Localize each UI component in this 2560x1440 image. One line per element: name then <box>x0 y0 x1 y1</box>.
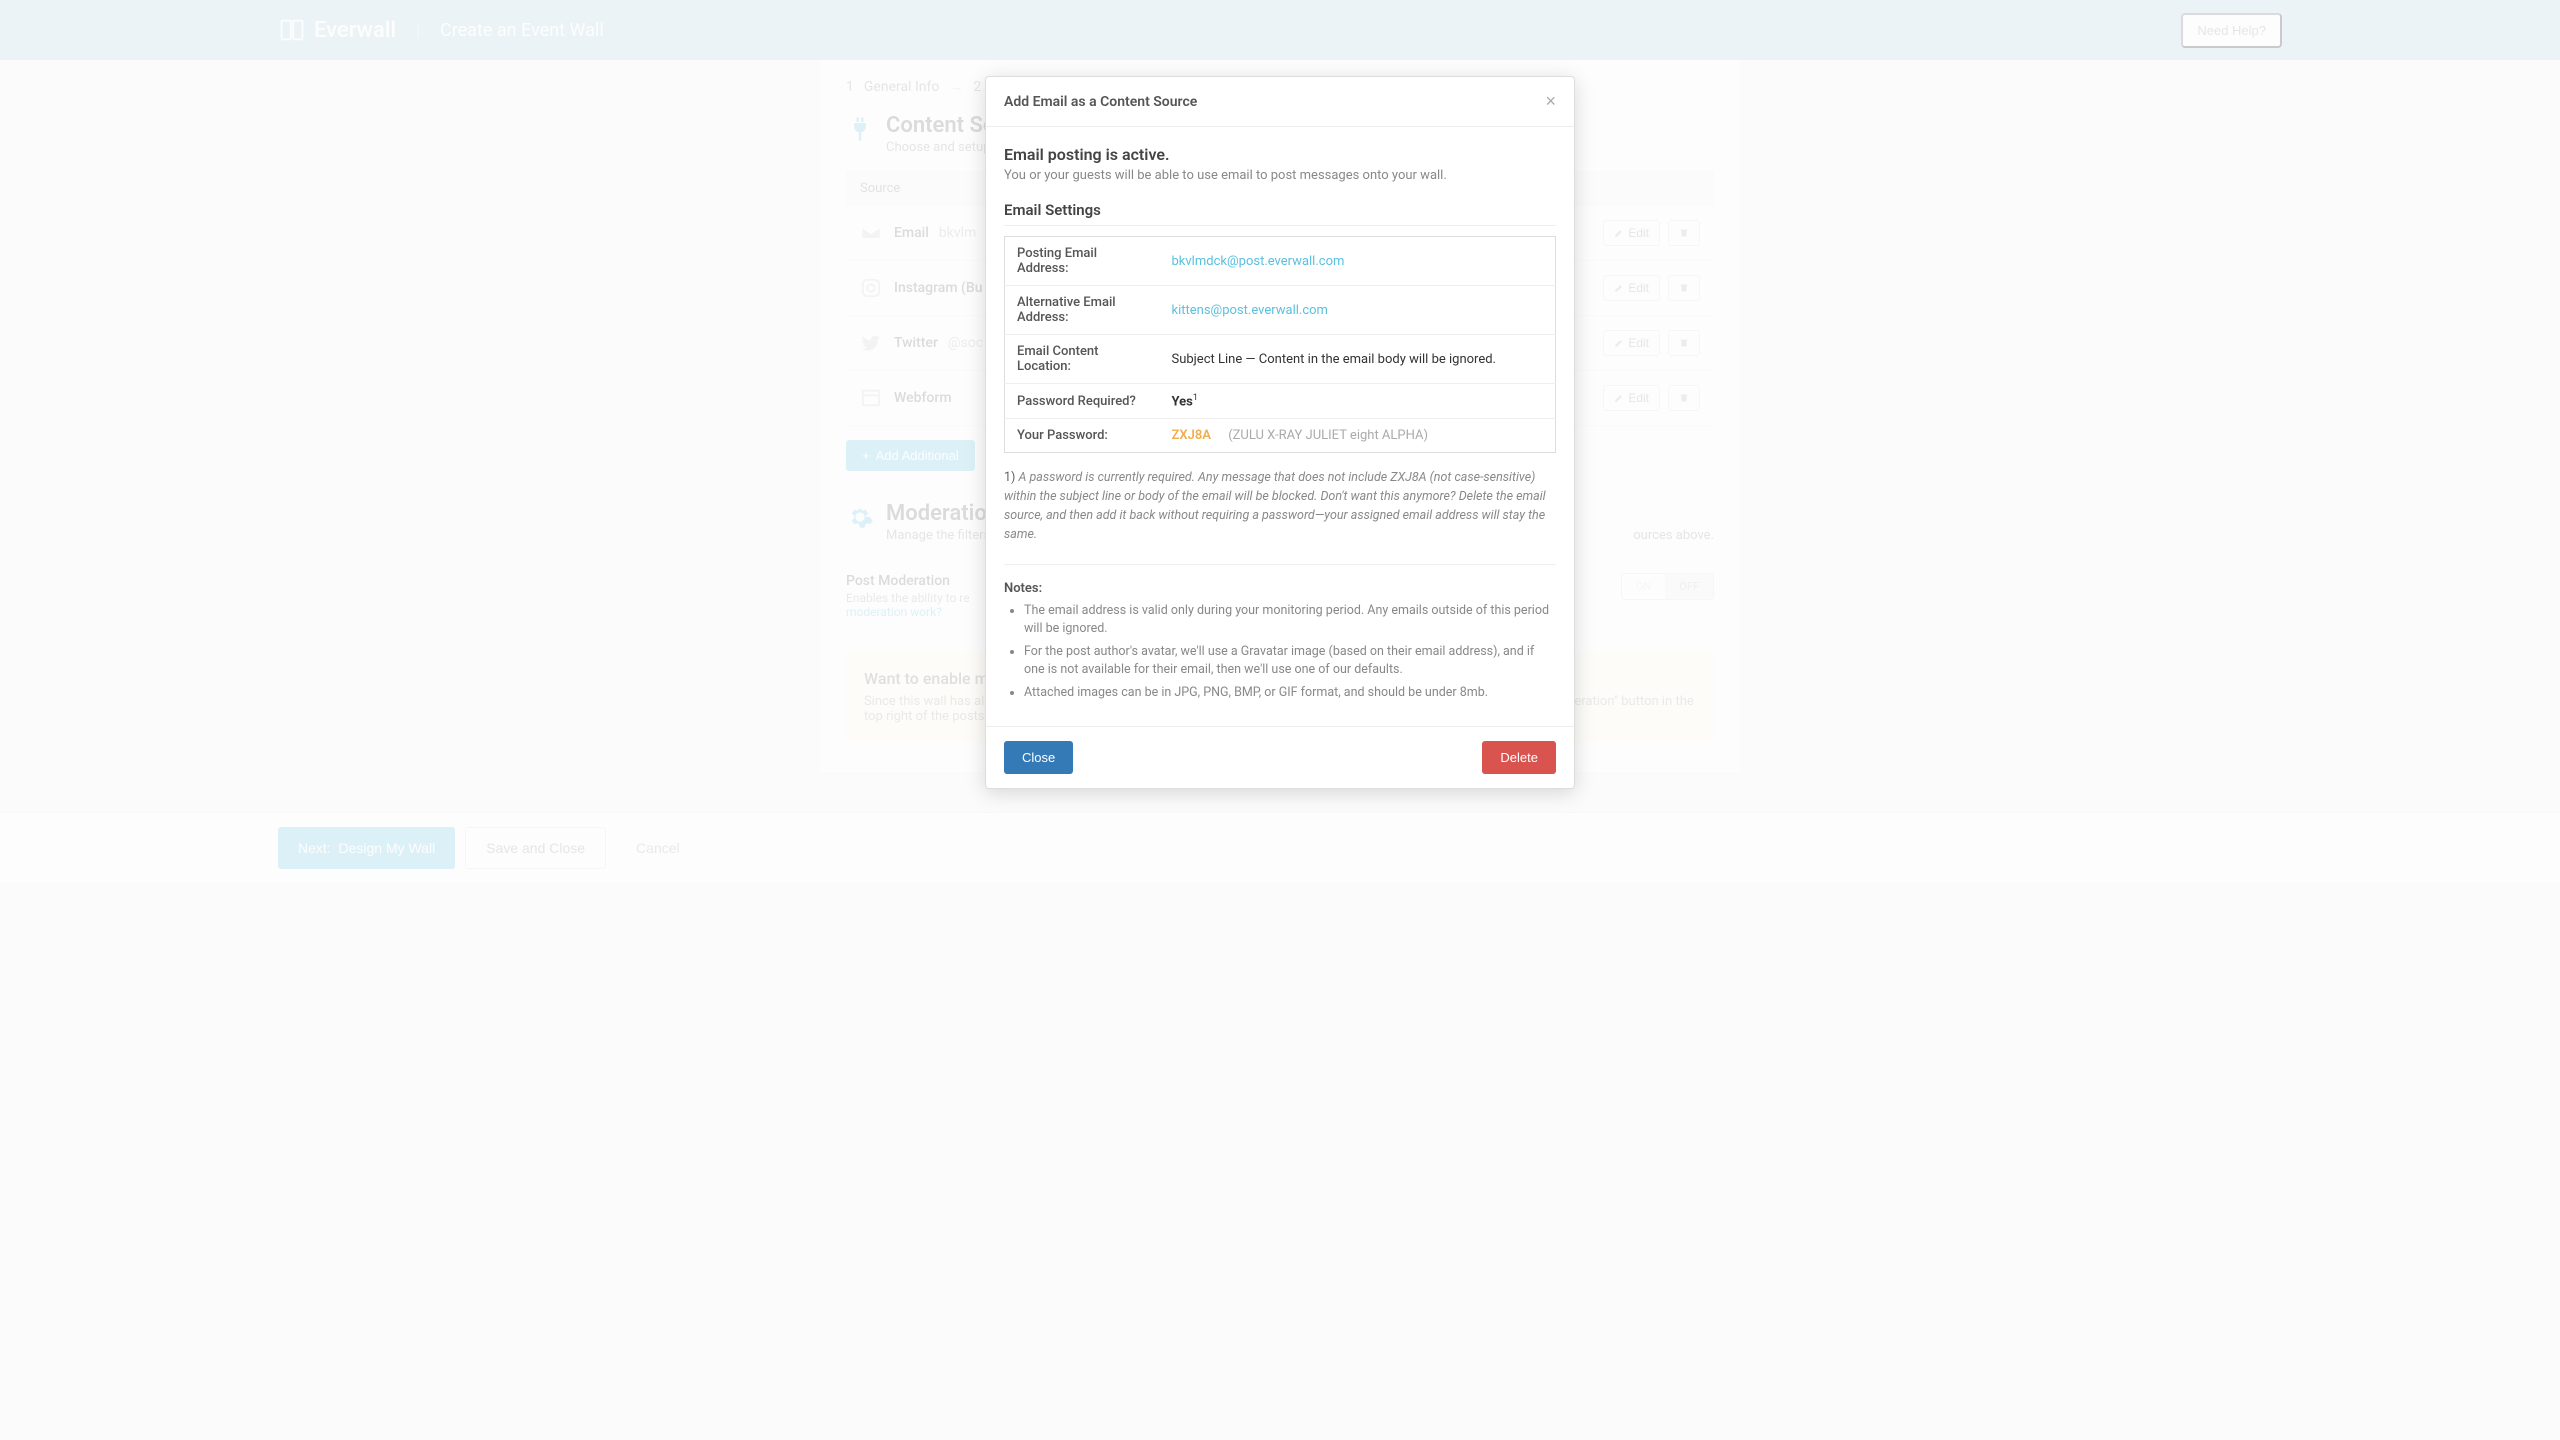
modal-close-action-button[interactable]: Close <box>1004 741 1073 774</box>
posting-email-label: Posting Email Address: <box>1005 237 1160 286</box>
content-location-label: Email Content Location: <box>1005 335 1160 384</box>
modal-close-button[interactable]: × <box>1545 91 1556 112</box>
settings-row-password: Your Password: ZXJ8A (ZULU X-RAY JULIET … <box>1005 419 1556 453</box>
your-password-value: ZXJ8A (ZULU X-RAY JULIET eight ALPHA) <box>1160 419 1556 453</box>
your-password-label: Your Password: <box>1005 419 1160 453</box>
alt-email-link[interactable]: kittens@post.everwall.com <box>1172 303 1328 318</box>
notes-list: The email address is valid only during y… <box>1004 602 1556 702</box>
pwd-required-value: Yes1 <box>1160 384 1556 419</box>
note-item: For the post author's avatar, we'll use … <box>1024 643 1556 678</box>
settings-row-pwd-req: Password Required? Yes1 <box>1005 384 1556 419</box>
modal-title: Add Email as a Content Source <box>1004 94 1197 110</box>
posting-email-link[interactable]: bkvlmdck@post.everwall.com <box>1172 254 1345 269</box>
settings-row-posting: Posting Email Address: bkvlmdck@post.eve… <box>1005 237 1556 286</box>
modal-delete-button[interactable]: Delete <box>1482 741 1556 774</box>
note-item: The email address is valid only during y… <box>1024 602 1556 637</box>
password-footnote: 1) A password is currently required. Any… <box>1004 469 1556 544</box>
status-heading: Email posting is active. <box>1004 145 1556 164</box>
settings-table: Posting Email Address: bkvlmdck@post.eve… <box>1004 236 1556 453</box>
modal-divider <box>1004 564 1556 565</box>
alt-email-label: Alternative Email Address: <box>1005 286 1160 335</box>
modal-overlay: Add Email as a Content Source × Email po… <box>0 0 2560 1440</box>
email-source-modal: Add Email as a Content Source × Email po… <box>985 76 1575 789</box>
note-item: Attached images can be in JPG, PNG, BMP,… <box>1024 684 1556 702</box>
modal-footer: Close Delete <box>986 726 1574 788</box>
modal-header: Add Email as a Content Source × <box>986 77 1574 127</box>
settings-row-location: Email Content Location: Subject Line — C… <box>1005 335 1556 384</box>
modal-body: Email posting is active. You or your gue… <box>986 127 1574 726</box>
settings-row-alt: Alternative Email Address: kittens@post.… <box>1005 286 1556 335</box>
status-subtitle: You or your guests will be able to use e… <box>1004 168 1556 183</box>
content-location-value: Subject Line — Content in the email body… <box>1160 335 1556 384</box>
pwd-required-label: Password Required? <box>1005 384 1160 419</box>
password-phonetic: (ZULU X-RAY JULIET eight ALPHA) <box>1228 428 1428 443</box>
password-code: ZXJ8A <box>1172 428 1211 443</box>
settings-heading: Email Settings <box>1004 201 1556 226</box>
notes-label: Notes: <box>1004 581 1556 596</box>
